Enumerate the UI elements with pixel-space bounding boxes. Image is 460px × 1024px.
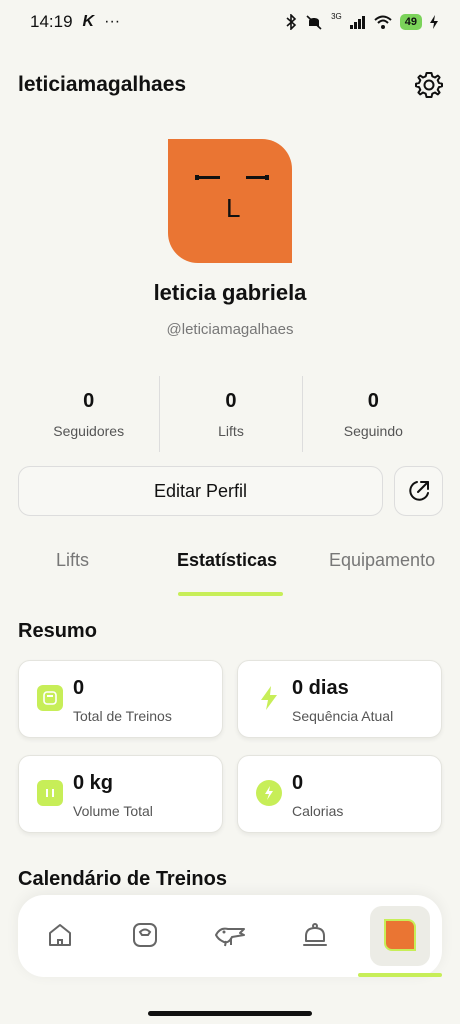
card-value: 0 kg xyxy=(73,772,114,794)
nav-active-indicator xyxy=(358,973,442,977)
stat-value: 0 xyxy=(367,389,379,412)
scale-icon xyxy=(37,685,63,711)
calendar-title: Calendário de Treinos xyxy=(18,868,227,890)
wifi-icon xyxy=(374,15,392,29)
bluetooth-icon xyxy=(286,14,297,30)
stat-value: 0 xyxy=(225,389,237,412)
bell-icon xyxy=(303,923,327,946)
notification-icon: K xyxy=(82,13,95,30)
profile-avatar[interactable]: L xyxy=(168,139,292,263)
home-icon xyxy=(49,924,71,946)
summary-card-volume[interactable]: 0 kg Volume Total xyxy=(18,755,223,833)
share-profile-button[interactable] xyxy=(394,466,443,516)
header-username: leticiamagalhaes xyxy=(18,73,187,96)
user-handle: @leticiamagalhaes xyxy=(166,321,294,338)
crocodile-icon xyxy=(215,927,245,947)
stat-label: Lifts xyxy=(218,422,244,439)
stat-following[interactable]: 0 Seguindo xyxy=(303,376,444,452)
profile-header: leticiamagalhaes xyxy=(18,64,444,106)
more-notifications-icon: ··· xyxy=(104,13,121,30)
summary-card-streak[interactable]: 0 dias Sequência Atual xyxy=(237,660,442,738)
status-left: 14:19 K ··· xyxy=(30,12,120,32)
tab-statistics[interactable]: Estatísticas xyxy=(177,550,277,596)
nav-profile[interactable] xyxy=(380,915,420,955)
flame-icon xyxy=(256,780,282,806)
stat-label: Seguindo xyxy=(343,422,403,439)
nav-notifications[interactable] xyxy=(295,915,335,955)
card-label: Volume Total xyxy=(73,803,153,819)
gear-icon[interactable] xyxy=(414,70,444,100)
home-indicator[interactable] xyxy=(148,1011,312,1016)
edit-profile-button[interactable]: Editar Perfil xyxy=(18,466,383,516)
mute-icon xyxy=(306,15,322,30)
lightning-icon xyxy=(256,685,282,711)
status-bar: 14:19 K ··· 3G 49 xyxy=(0,0,460,44)
profile-tabs: Lifts Estatísticas Equipamento xyxy=(0,550,460,598)
signal-icon xyxy=(349,16,365,29)
stat-value: 0 xyxy=(83,389,95,412)
charging-icon xyxy=(430,15,438,29)
network-label: 3G xyxy=(331,11,342,21)
tab-lifts[interactable]: Lifts xyxy=(56,550,89,596)
tab-equipment[interactable]: Equipamento xyxy=(329,550,435,596)
share-icon xyxy=(408,481,429,501)
bottom-navigation xyxy=(18,895,442,977)
kettlebell-icon xyxy=(133,923,157,947)
battery-indicator: 49 xyxy=(399,14,422,30)
nav-home[interactable] xyxy=(40,915,80,955)
summary-title: Resumo xyxy=(18,620,97,642)
nav-community[interactable] xyxy=(210,915,250,955)
weight-icon xyxy=(37,780,63,806)
card-value: 0 xyxy=(292,772,304,794)
active-tab-indicator xyxy=(178,592,283,596)
profile-avatar-icon xyxy=(384,919,416,951)
nav-workouts[interactable] xyxy=(125,915,165,955)
card-label: Total de Treinos xyxy=(73,708,172,724)
stat-label: Seguidores xyxy=(53,422,125,439)
summary-card-workouts[interactable]: 0 Total de Treinos xyxy=(18,660,223,738)
status-right: 3G 49 xyxy=(285,11,438,30)
card-value: 0 dias xyxy=(292,677,349,699)
card-value: 0 xyxy=(73,677,85,699)
avatar-face-icon: L xyxy=(195,175,269,223)
stat-followers[interactable]: 0 Seguidores xyxy=(18,376,161,452)
profile-stats: 0 Seguidores 0 Lifts 0 Seguindo xyxy=(18,376,444,452)
summary-card-calories[interactable]: 0 Calorias xyxy=(237,755,442,833)
stat-lifts[interactable]: 0 Lifts xyxy=(160,376,303,452)
card-label: Calorias xyxy=(292,803,344,819)
avatar-letter: L xyxy=(226,193,240,223)
card-label: Sequência Atual xyxy=(292,708,394,724)
display-name: leticia gabriela xyxy=(153,280,307,305)
status-time: 14:19 xyxy=(30,12,73,31)
